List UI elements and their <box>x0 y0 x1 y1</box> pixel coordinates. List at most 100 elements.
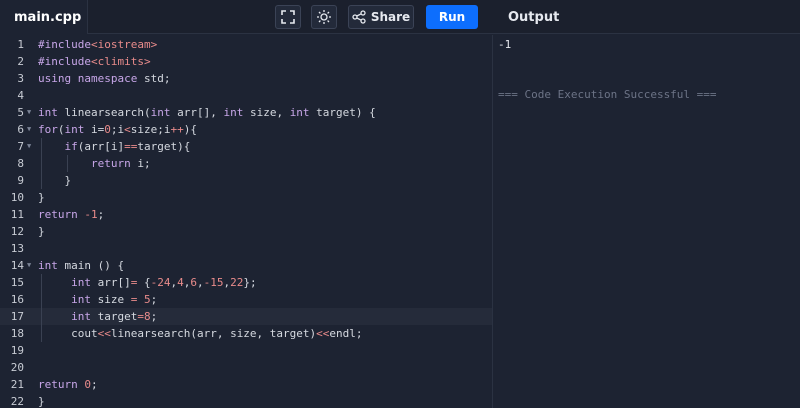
output-title: Output <box>508 9 560 25</box>
line-number: 7 <box>17 140 24 153</box>
output-panel: -1 === Code Execution Successful === <box>494 35 800 408</box>
code-line[interactable]: 13 <box>0 240 492 257</box>
code-line[interactable]: 20 <box>0 359 492 376</box>
code-line[interactable]: 15 int arr[]= {-24,4,6,-15,22}; <box>0 274 492 291</box>
line-number: 15 <box>10 276 24 289</box>
code-line[interactable]: 18 cout<<linearsearch(arr, size, target)… <box>0 325 492 342</box>
code-line[interactable]: 1 #include<iostream> <box>0 36 492 53</box>
code-token: int <box>71 276 91 289</box>
code-token: cout <box>38 327 98 340</box>
line-number: 4 <box>17 89 24 102</box>
code-token: 4 <box>177 276 184 289</box>
code-token: using namespace <box>38 72 138 85</box>
code-line[interactable]: 12} <box>0 223 492 240</box>
code-line[interactable]: 17 int target=8; <box>0 308 492 325</box>
code-line[interactable]: 6 ▼ for(int i=0;i<size;i++){ <box>0 121 492 138</box>
code-token: <iostream> <box>90 38 158 51</box>
code-token: int <box>64 123 85 136</box>
code-token: { <box>137 276 151 289</box>
code-token: << <box>97 327 111 340</box>
code-token: int <box>150 106 171 119</box>
code-token: arr[], <box>170 106 224 119</box>
code-token: ; <box>150 293 158 306</box>
code-text: using namespace std; <box>38 70 170 87</box>
code-token: target){ <box>137 140 191 153</box>
code-token: 6 <box>190 276 197 289</box>
code-token: int <box>289 106 310 119</box>
code-token: 0 <box>104 123 111 136</box>
fold-arrow-icon[interactable]: ▼ <box>27 121 31 138</box>
code-line[interactable]: 9 } <box>0 172 492 189</box>
line-number: 9 <box>17 174 24 187</box>
code-line[interactable]: 7 ▼ if(arr[i]==target){ <box>0 138 492 155</box>
code-text: } <box>38 393 45 408</box>
line-number: 13 <box>10 242 24 255</box>
code-line[interactable]: 22} <box>0 393 492 408</box>
line-number: 21 <box>10 378 24 391</box>
line-number: 19 <box>10 344 24 357</box>
code-line[interactable]: 8 return i; <box>0 155 492 172</box>
share-button[interactable]: Share <box>348 5 414 29</box>
code-line[interactable]: 10} <box>0 189 492 206</box>
fold-arrow-icon[interactable]: ▼ <box>27 257 31 274</box>
line-number: 1 <box>17 38 24 51</box>
code-token: 8 <box>143 310 151 323</box>
code-token: <climits> <box>90 55 151 68</box>
code-line[interactable]: 14 ▼ int main () { <box>0 257 492 274</box>
code-token: ; <box>91 378 98 391</box>
code-token: if <box>64 140 78 153</box>
code-text: } <box>38 189 45 206</box>
code-token: main () { <box>57 259 125 272</box>
code-line[interactable]: 16 int size = 5; <box>0 291 492 308</box>
line-number: 16 <box>10 293 24 306</box>
execution-status: === Code Execution Successful === <box>498 88 717 101</box>
fullscreen-button[interactable] <box>275 5 301 29</box>
code-line[interactable]: 2 #include<climits> <box>0 53 492 70</box>
code-token: return <box>90 157 131 170</box>
code-token: arr[] <box>91 276 131 289</box>
run-button[interactable]: Run <box>426 5 478 29</box>
code-text: for(int i=0;i<size;i++){ <box>38 121 197 138</box>
code-text: return i; <box>38 155 151 172</box>
code-token: int <box>38 106 58 119</box>
code-token: size <box>91 293 131 306</box>
file-tab[interactable]: main.cpp <box>0 0 88 34</box>
code-text: int linearsearch(int arr[], int size, in… <box>38 104 376 121</box>
code-line[interactable]: 5 ▼ int linearsearch(int arr[], int size, … <box>0 104 492 121</box>
line-number: 12 <box>10 225 24 238</box>
code-text: } <box>38 172 71 189</box>
code-token: -15 <box>203 276 224 289</box>
code-token: ( <box>57 123 65 136</box>
code-token: } <box>38 191 45 204</box>
line-number: 14 <box>10 259 24 272</box>
theme-toggle-button[interactable] <box>311 5 337 29</box>
code-token: for <box>38 123 58 136</box>
code-line[interactable]: 21 return 0; <box>0 376 492 393</box>
code-token: target) { <box>309 106 376 119</box>
code-line[interactable]: 11 return -1; <box>0 206 492 223</box>
fold-arrow-icon[interactable]: ▼ <box>27 104 31 121</box>
fold-arrow-icon[interactable]: ▼ <box>27 138 31 155</box>
line-number: 5 <box>17 106 24 119</box>
code-text: int size = 5; <box>38 291 157 308</box>
code-line[interactable]: 3 using namespace std; <box>0 70 492 87</box>
share-icon <box>352 10 366 24</box>
line-number: 11 <box>10 208 24 221</box>
code-token: 5 <box>144 293 151 306</box>
code-token: i; <box>130 157 151 170</box>
code-line[interactable]: 19 <box>0 342 492 359</box>
code-token: i= <box>84 123 105 136</box>
code-token: -24 <box>150 276 171 289</box>
code-token: endl; <box>329 327 363 340</box>
code-token: } <box>38 395 45 408</box>
code-line[interactable]: 4 <box>0 87 492 104</box>
line-number: 17 <box>10 310 24 323</box>
code-token: #include <box>38 38 91 51</box>
code-token: << <box>316 327 330 340</box>
code-editor[interactable]: 1 #include<iostream> 2 #include<climits> 3 us… <box>0 35 493 408</box>
code-text: if(arr[i]==target){ <box>38 138 191 155</box>
